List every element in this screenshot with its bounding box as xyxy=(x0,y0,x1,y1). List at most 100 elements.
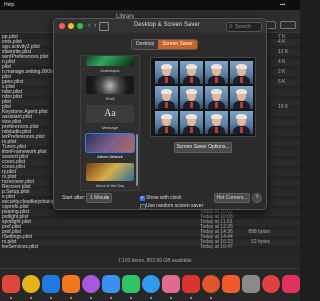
dock xyxy=(0,268,300,301)
saver-label: Shell xyxy=(105,96,115,101)
portrait-tie xyxy=(165,102,168,108)
saver-item-word-of-the-day[interactable]: Word of the Day xyxy=(81,163,139,190)
portrait-tie xyxy=(215,127,218,133)
magnifier-icon: ⚲ xyxy=(229,24,233,30)
artwork-tile xyxy=(230,61,253,84)
forward-arrow-icon[interactable]: › xyxy=(94,22,96,30)
saver-item-message[interactable]: Aa Message xyxy=(81,105,139,133)
running-indicator xyxy=(30,297,32,299)
running-indicator xyxy=(70,297,72,299)
saver-item-shell[interactable]: Shell xyxy=(81,76,139,104)
start-after-select[interactable]: 1 Minute ⇕ xyxy=(86,193,112,203)
launchpad-icon[interactable] xyxy=(2,275,20,293)
finder-icon[interactable] xyxy=(142,275,160,293)
podcasts-icon[interactable] xyxy=(82,275,100,293)
artwork-tile xyxy=(155,61,178,84)
artwork-tile xyxy=(205,111,228,134)
running-indicator xyxy=(10,297,12,299)
artwork-tile xyxy=(180,61,203,84)
screen-saver-options-button[interactable]: Screen Saver Options... xyxy=(174,142,232,153)
artwork-tile xyxy=(180,86,203,109)
portrait-tie xyxy=(190,102,193,108)
safari-icon[interactable] xyxy=(42,275,60,293)
portrait-hair xyxy=(236,64,247,69)
message-glyph: Aa xyxy=(104,108,116,119)
portrait-tie xyxy=(240,102,243,108)
firefox-icon[interactable] xyxy=(62,275,80,293)
saver-thumbnail xyxy=(85,133,135,153)
bottom-controls: Start after: 1 Minute ⇕ ✓ Show with cloc… xyxy=(54,193,266,209)
saver-thumbnail xyxy=(86,76,134,94)
screen-saver-list: Arabesque Shell Aa Message Album Artwork… xyxy=(80,55,140,191)
back-arrow-icon[interactable]: ‹ xyxy=(88,22,90,30)
artwork-tile xyxy=(180,111,203,134)
tab-bar: Desktop Screen Saver xyxy=(131,39,198,50)
desktop-screen-saver-window: ‹ › Desktop & Screen Saver ⚲ Search Desk… xyxy=(53,18,267,210)
menu-extras: ▪▪▪ xyxy=(280,2,286,8)
portrait-hair xyxy=(236,114,247,119)
show-with-clock-checkbox[interactable]: ✓ xyxy=(140,195,145,201)
running-indicator xyxy=(110,297,112,299)
saver-item-arabesque[interactable]: Arabesque xyxy=(81,56,139,76)
running-indicator xyxy=(130,297,132,299)
system-preferences-icon[interactable] xyxy=(242,275,260,293)
portrait-tie xyxy=(240,77,243,83)
whatsapp-icon[interactable] xyxy=(122,275,140,293)
minimize-button[interactable] xyxy=(68,23,74,29)
photos-icon[interactable] xyxy=(162,275,180,293)
portrait-hair xyxy=(236,89,247,94)
portrait-hair xyxy=(186,89,197,94)
mail-icon[interactable] xyxy=(102,275,120,293)
saver-label: Message xyxy=(101,125,119,130)
item-count: 7,103 items, 853.99 GB available xyxy=(118,258,192,264)
close-button[interactable] xyxy=(59,23,65,29)
artwork-tile xyxy=(155,111,178,134)
running-indicator xyxy=(190,297,192,299)
brave-icon[interactable] xyxy=(222,275,240,293)
artwork-tile xyxy=(230,111,253,134)
chrome-icon[interactable] xyxy=(22,275,40,293)
checkmark-icon: ✓ xyxy=(140,195,145,201)
share-icon[interactable] xyxy=(280,21,296,29)
reminders-icon[interactable] xyxy=(262,275,280,293)
tab-screen-saver[interactable]: Screen Saver xyxy=(158,40,197,49)
hot-corners-button[interactable]: Hot Corners... xyxy=(214,193,250,203)
saver-item-album-artwork[interactable]: Album Artwork xyxy=(81,133,139,162)
zoom-button[interactable] xyxy=(77,23,83,29)
saver-thumbnail: Aa xyxy=(86,105,134,123)
list-scrollbar[interactable] xyxy=(136,134,138,186)
menu-bar: Help ▪▪▪ xyxy=(0,0,300,10)
app-icon[interactable] xyxy=(202,275,220,293)
saver-thumbnail xyxy=(86,56,134,66)
pdf-icon[interactable] xyxy=(182,275,200,293)
running-indicator xyxy=(90,297,92,299)
portrait-tie xyxy=(190,127,193,133)
artwork-tile xyxy=(230,86,253,109)
file-name: leeServices.plist xyxy=(2,244,39,250)
menu-help[interactable]: Help xyxy=(4,0,14,10)
running-indicator xyxy=(170,297,172,299)
portrait-hair xyxy=(161,89,172,94)
screen-saver-preview xyxy=(150,57,256,137)
file-row[interactable]: leeServices.plist Today at 16:47 xyxy=(0,244,300,251)
portrait-hair xyxy=(161,114,172,119)
help-button[interactable]: ? xyxy=(252,193,262,203)
use-random-label: Use random screen saver xyxy=(146,203,204,209)
show-all-grid-icon[interactable] xyxy=(99,22,109,31)
portrait-tie xyxy=(190,77,193,83)
chevron-updown-icon: ⇕ xyxy=(105,195,109,200)
portrait-hair xyxy=(211,114,222,119)
portrait-hair xyxy=(186,114,197,119)
start-after-label: Start after: xyxy=(62,195,86,201)
portrait-tie xyxy=(240,127,243,133)
window-title: Desktop & Screen Saver xyxy=(134,22,200,28)
search-placeholder: Search xyxy=(235,24,251,30)
tab-desktop[interactable]: Desktop xyxy=(132,40,159,49)
music-icon[interactable] xyxy=(282,275,300,293)
file-date: Today at 16:47 xyxy=(200,244,233,250)
window-titlebar: ‹ › Desktop & Screen Saver ⚲ Search xyxy=(54,19,266,33)
search-field[interactable]: ⚲ Search xyxy=(226,22,262,32)
artwork-tile xyxy=(205,86,228,109)
portrait-hair xyxy=(211,64,222,69)
portrait-tie xyxy=(165,77,168,83)
